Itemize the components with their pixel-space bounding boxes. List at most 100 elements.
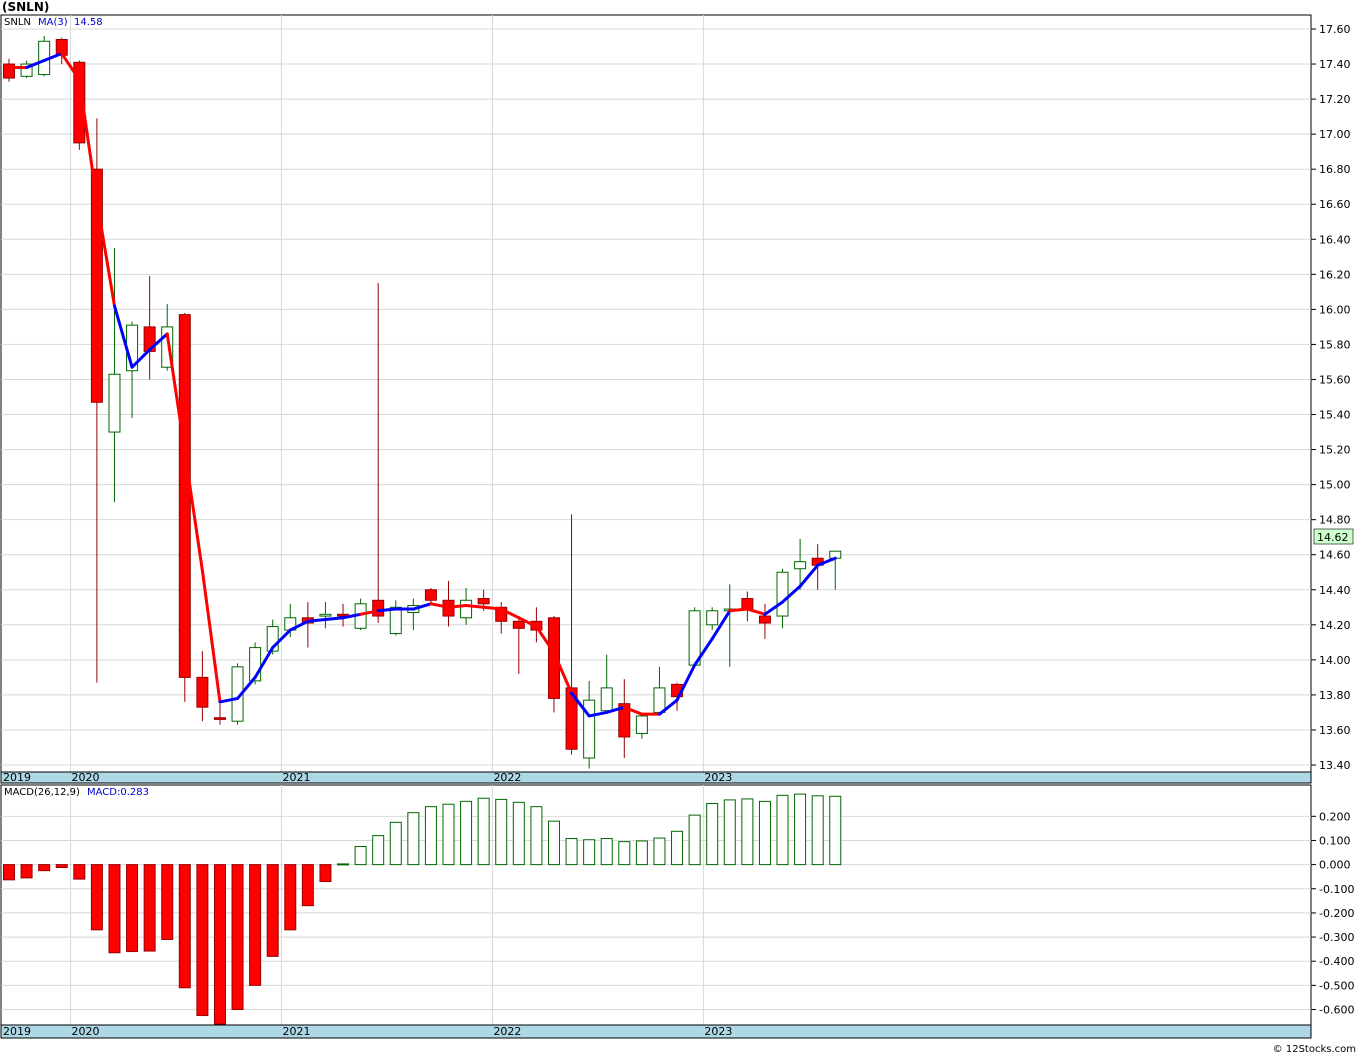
macd-bar — [372, 835, 385, 866]
ma-segment — [323, 616, 345, 622]
price-tick-label: 13.40 — [1319, 759, 1351, 772]
macd-tick-label: -0.200 — [1319, 907, 1354, 920]
price-tick-label: 15.20 — [1319, 444, 1351, 457]
macd-tick-label: 0.200 — [1319, 810, 1351, 823]
ma-segment — [306, 618, 327, 623]
macd-tick-label: -0.600 — [1319, 1004, 1354, 1017]
macd-bar — [829, 795, 842, 866]
price-tick-label: 14.00 — [1319, 654, 1351, 667]
footer-credit: © 12Stocks.com — [1273, 1044, 1356, 1055]
macd-bar — [565, 838, 578, 866]
candle-body — [512, 620, 525, 629]
candle-body — [424, 589, 437, 601]
macd-panel: 2019 2020 2021 2022 2023 0.200 0.100 0.000 -0.1… — [0, 784, 1354, 1039]
price-year-label: 2019 — [3, 771, 31, 784]
price-x-axis-band — [0, 771, 1312, 784]
macd-bar — [161, 864, 174, 940]
macd-bar — [600, 838, 613, 866]
macd-bar — [706, 803, 719, 866]
macd-bar — [126, 864, 139, 953]
candle-body — [389, 606, 402, 635]
chart-title: (SNLN) — [2, 0, 49, 14]
macd-bar — [73, 864, 86, 880]
macd-tick-label: -0.400 — [1319, 955, 1354, 968]
price-year-label: 2022 — [493, 771, 521, 784]
macd-bar — [460, 800, 473, 866]
macd-bar — [811, 795, 824, 866]
candle-body — [372, 599, 385, 617]
macd-bar — [55, 864, 68, 869]
price-tick-label: 15.80 — [1319, 338, 1351, 351]
macd-bar — [337, 863, 350, 866]
macd-bar — [213, 864, 226, 1025]
candle-body — [319, 613, 332, 617]
macd-bar — [108, 864, 121, 954]
price-panel-frame — [0, 14, 1312, 773]
macd-bar — [758, 800, 771, 866]
macd-bar — [249, 864, 262, 986]
legend-ma-label: MA(3) — [38, 17, 68, 28]
price-year-label: 2021 — [282, 771, 310, 784]
legend-symbol: SNLN — [4, 17, 31, 28]
price-tick-label: 16.60 — [1319, 198, 1351, 211]
ma-segment — [464, 604, 486, 609]
ma-segment — [447, 604, 468, 609]
macd-bar — [389, 821, 402, 866]
macd-bar — [741, 798, 754, 866]
macd-tick-label: -0.100 — [1319, 883, 1354, 896]
macd-year-label: 2019 — [3, 1025, 31, 1038]
macd-bar — [653, 837, 666, 866]
macd-bar — [407, 812, 420, 866]
candle-body — [477, 598, 490, 605]
macd-bar — [354, 846, 367, 866]
last-price-marker: 14.62 — [1313, 528, 1354, 545]
candle-body — [213, 717, 226, 720]
macd-bar — [3, 864, 15, 881]
price-tick-label: 13.80 — [1319, 689, 1351, 702]
legend-ma-value: 14.58 — [74, 17, 103, 28]
candle-body — [196, 676, 209, 708]
macd-tick-label: 0.000 — [1319, 859, 1351, 872]
price-year-label: 2023 — [704, 771, 732, 784]
macd-bar — [583, 839, 596, 866]
price-tick-label: 15.60 — [1319, 373, 1351, 386]
candle-body — [653, 687, 666, 713]
macd-bar — [530, 806, 543, 866]
chart-canvas: 2019 2020 2021 2022 2023 17.60 17.40 17.20 17.0… — [0, 0, 1356, 1055]
macd-bar — [38, 864, 51, 872]
price-tick-label: 14.60 — [1319, 549, 1351, 562]
candle-body — [108, 373, 121, 433]
price-tick-label: 14.80 — [1319, 514, 1351, 527]
macd-bar — [723, 799, 736, 866]
price-year-label: 2020 — [72, 771, 100, 784]
macd-bar — [284, 864, 297, 931]
macd-bar — [196, 864, 209, 1017]
macd-bar — [319, 864, 332, 883]
ma-segment — [482, 605, 503, 611]
price-tick-label: 13.60 — [1319, 724, 1351, 737]
price-y-axis: 17.60 17.40 17.20 17.00 16.80 16.60 16.40 16.20… — [1311, 23, 1351, 772]
macd-bar — [143, 864, 156, 952]
price-tick-label: 15.40 — [1319, 409, 1351, 422]
macd-bar — [178, 864, 191, 989]
macd-bar — [442, 803, 455, 866]
macd-bar — [231, 864, 244, 1011]
ma-segment — [376, 607, 398, 613]
macd-bar — [301, 864, 314, 907]
price-tick-label: 17.60 — [1319, 23, 1351, 36]
candle-body — [776, 571, 789, 617]
macd-bar — [776, 794, 789, 866]
price-tick-label: 17.20 — [1319, 93, 1351, 106]
price-tick-label: 15.00 — [1319, 479, 1351, 492]
price-tick-label: 14.40 — [1319, 584, 1351, 597]
macd-bar — [266, 864, 279, 957]
macd-bar — [547, 820, 560, 866]
macd-bar — [635, 840, 648, 866]
macd-bar — [477, 797, 490, 866]
macd-year-label: 2020 — [72, 1025, 100, 1038]
last-price-label: 14.62 — [1317, 531, 1349, 544]
price-tick-label: 17.40 — [1319, 58, 1351, 71]
macd-bar — [424, 806, 437, 866]
macd-x-axis-band — [0, 1024, 1312, 1039]
candle-body — [706, 610, 719, 626]
